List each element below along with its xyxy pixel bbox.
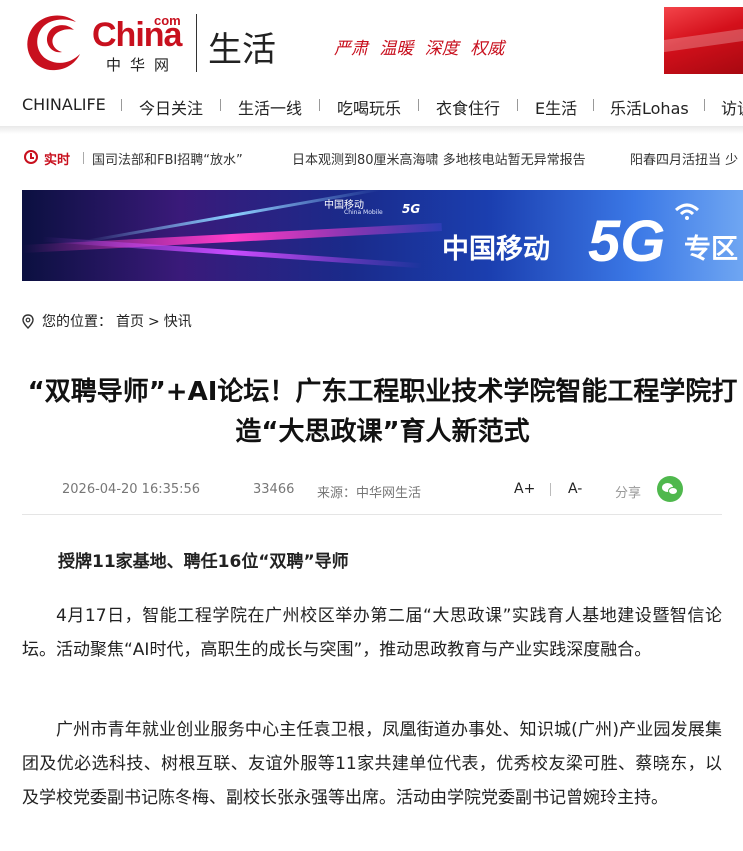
ad-headline: 中国移动 bbox=[442, 234, 550, 265]
ticker-item[interactable]: 阳春四月活扭当 少 bbox=[630, 149, 738, 168]
ad-brand-en: China Mobile bbox=[344, 209, 383, 216]
view-count: 33466 bbox=[253, 482, 295, 497]
clock-icon bbox=[24, 150, 38, 164]
news-ticker: 实时 国司法部和FBI招聘“放水” 日本观测到80厘米高海啸 多地核电站暂无异常… bbox=[0, 140, 743, 176]
breadcrumb-current[interactable]: 快讯 bbox=[164, 314, 192, 330]
breadcrumb-home[interactable]: 首页 bbox=[116, 314, 144, 330]
main-nav: CHINALIFE 今日关注 生活一线 吃喝玩乐 衣食住行 E生活 乐活Loha… bbox=[0, 84, 743, 126]
site-header: China com 中华网 生活 严肃 温暖 深度 权威 bbox=[0, 0, 743, 84]
article-title: “双聘导师”+AI论坛！广东工程职业技术学院智能工程学院打造“大思政课”育人新范… bbox=[27, 377, 738, 447]
nav-divider bbox=[121, 99, 122, 111]
header-ad-banner[interactable] bbox=[664, 7, 743, 74]
font-increase-button[interactable]: A+ bbox=[514, 481, 535, 497]
ad-headline-tail: 专区 bbox=[684, 234, 738, 265]
ad-5g-tag: 5G bbox=[402, 202, 421, 216]
wechat-share-icon[interactable] bbox=[657, 476, 683, 502]
publish-date: 2026-04-20 16:35:56 bbox=[62, 482, 201, 497]
ticker-divider bbox=[83, 152, 84, 164]
header-divider bbox=[196, 14, 197, 72]
nav-item-lohas[interactable]: 乐活Lohas bbox=[610, 95, 689, 119]
nav-item-interview[interactable]: 访谈 bbox=[721, 95, 743, 119]
breadcrumb-text: 您的位置： 首页 > 快讯 bbox=[42, 311, 196, 331]
nav-item-e-life[interactable]: E生活 bbox=[535, 95, 577, 119]
article-paragraph: 广州市青年就业创业服务中心主任袁卫根，凤凰街道办事处、知识城(广州)产业园发展集… bbox=[22, 720, 722, 808]
nav-divider bbox=[593, 99, 594, 111]
article-source: 来源：中华网生活 bbox=[317, 486, 422, 501]
wechat-bubble bbox=[668, 487, 678, 495]
meta-divider bbox=[550, 483, 551, 496]
nav-item-living[interactable]: 衣食住行 bbox=[436, 95, 500, 119]
channel-title: 生活 bbox=[208, 30, 276, 70]
logo-chinese: 中华网 bbox=[106, 56, 179, 74]
nav-divider bbox=[319, 99, 320, 111]
nav-divider bbox=[704, 99, 705, 111]
article-subhead: 授牌11家基地、聘任16位“双聘”导师 bbox=[58, 552, 349, 572]
breadcrumb-label: 您的位置： bbox=[42, 314, 112, 330]
article-meta: 2026-04-20 16:35:56 33466 来源：中华网生活 A+ A-… bbox=[22, 476, 722, 502]
location-pin-icon bbox=[22, 314, 34, 329]
logo-com: com bbox=[154, 13, 181, 28]
china-mobile-5g-banner[interactable]: 中国移动 China Mobile 5G 中国移动 5G 专区 bbox=[22, 190, 743, 281]
ticker-label: 实时 bbox=[44, 153, 71, 168]
wifi-icon bbox=[674, 203, 700, 220]
nav-item-food-fun[interactable]: 吃喝玩乐 bbox=[337, 95, 401, 119]
ad-decoration bbox=[22, 223, 442, 253]
nav-item-chinalife[interactable]: CHINALIFE bbox=[22, 95, 106, 114]
nav-shadow bbox=[0, 126, 743, 134]
nav-item-frontline[interactable]: 生活一线 bbox=[238, 95, 302, 119]
font-decrease-button[interactable]: A- bbox=[568, 481, 582, 497]
ticker-item[interactable]: 日本观测到80厘米高海啸 多地核电站暂无异常报告 bbox=[292, 149, 586, 168]
nav-item-today[interactable]: 今日关注 bbox=[139, 95, 203, 119]
nav-divider bbox=[220, 99, 221, 111]
china-com-logo[interactable]: China com 中华网 bbox=[22, 10, 188, 74]
logo-swirl-icon bbox=[27, 15, 80, 71]
nav-divider bbox=[418, 99, 419, 111]
breadcrumb-separator: > bbox=[148, 314, 160, 330]
nav-divider bbox=[517, 99, 518, 111]
header-slogan: 严肃 温暖 深度 权威 bbox=[334, 39, 505, 59]
share-label: 分享 bbox=[615, 486, 642, 501]
meta-divider-line bbox=[22, 514, 722, 515]
ad-headline-5g: 5G bbox=[588, 209, 666, 274]
ticker-item[interactable]: 国司法部和FBI招聘“放水” bbox=[92, 149, 243, 168]
article-paragraph: 4月17日，智能工程学院在广州校区举办第二届“大思政课”实践育人基地建设暨智信论… bbox=[22, 606, 722, 660]
